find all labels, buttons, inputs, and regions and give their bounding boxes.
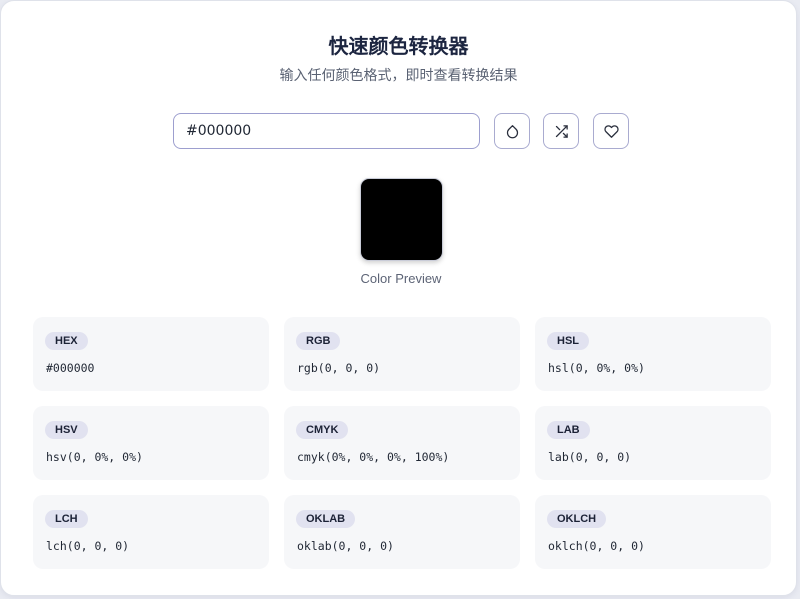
format-card-oklch[interactable]: OKLCH oklch(0, 0, 0) [535,495,771,569]
format-card-hsv[interactable]: HSV hsv(0, 0%, 0%) [33,406,269,480]
format-value: cmyk(0%, 0%, 0%, 100%) [297,450,450,464]
format-value: hsl(0, 0%, 0%) [548,361,645,375]
droplet-icon [506,124,518,138]
format-card-oklab[interactable]: OKLAB oklab(0, 0, 0) [284,495,520,569]
format-card-lab[interactable]: LAB lab(0, 0, 0) [535,406,771,480]
format-value: lab(0, 0, 0) [548,450,632,464]
favorite-button[interactable] [593,113,629,149]
random-color-button[interactable] [543,113,579,149]
format-label: HEX [45,332,88,350]
format-value: oklab(0, 0, 0) [297,539,394,553]
format-label: HSV [45,421,88,439]
shuffle-icon [555,124,568,138]
format-label: LAB [547,421,590,439]
format-value: lch(0, 0, 0) [46,539,130,553]
color-preview-swatch [360,178,443,261]
page-subtitle: 输入任何颜色格式，即时查看转换结果 [279,68,518,84]
format-card-hsl[interactable]: HSL hsl(0, 0%, 0%) [535,317,771,391]
format-label: RGB [296,332,341,350]
format-card-lch[interactable]: LCH lch(0, 0, 0) [33,495,269,569]
page-title: 快速颜色转换器 [328,34,469,58]
format-card-hex[interactable]: HEX #000000 [33,317,269,391]
format-value: rgb(0, 0, 0) [297,361,381,375]
format-label: CMYK [296,421,349,439]
format-card-rgb[interactable]: RGB rgb(0, 0, 0) [284,317,520,391]
format-label: OKLCH [547,510,607,528]
format-label: LCH [45,510,88,528]
color-preview-label: Color Preview [360,271,442,286]
format-value: oklch(0, 0, 0) [548,539,645,553]
format-label: HSL [547,332,589,350]
format-value: hsv(0, 0%, 0%) [46,450,143,464]
format-card-cmyk[interactable]: CMYK cmyk(0%, 0%, 0%, 100%) [284,406,520,480]
format-value: #000000 [46,361,95,375]
format-label: OKLAB [296,510,356,528]
heart-icon [603,124,619,138]
eyedropper-button[interactable] [494,113,530,149]
converter-card: 快速颜色转换器 输入任何颜色格式，即时查看转换结果 Color Preview … [0,0,797,596]
color-input[interactable] [173,113,480,149]
